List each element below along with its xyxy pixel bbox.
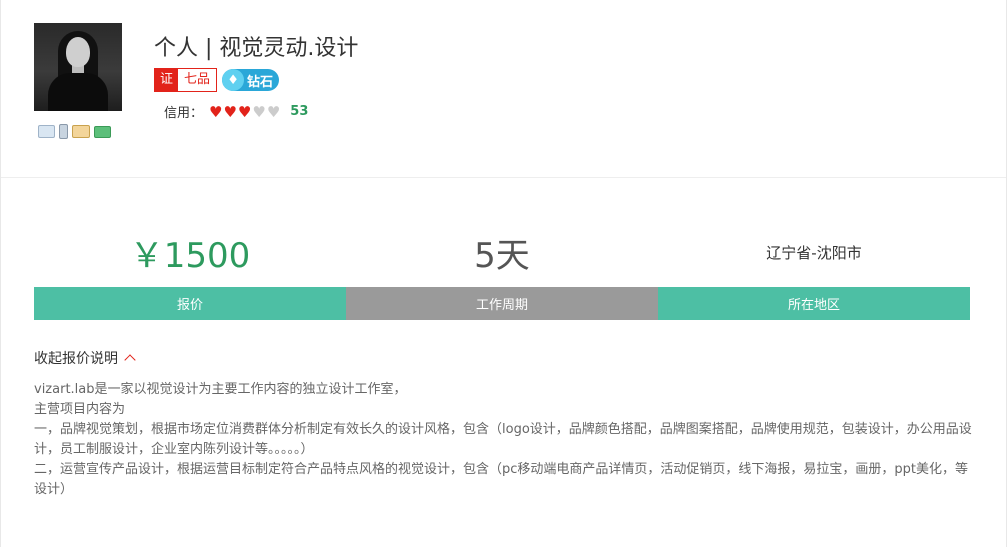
period-value: 5天 <box>474 235 530 276</box>
description-line: 主营项目内容为 <box>34 402 126 417</box>
stats-labels: 报价 工作周期 所在地区 <box>34 287 970 320</box>
stat-period-cell: 5天 <box>346 220 658 284</box>
cert-grade: 七品 <box>178 69 217 91</box>
avatar[interactable] <box>34 23 122 111</box>
stat-price-cell: ￥1500 <box>34 220 346 284</box>
bank-card-icon[interactable] <box>94 126 111 138</box>
quote-description: vizart.lab是一家以视觉设计为主要工作内容的独立设计工作室， 主营项目内… <box>34 380 974 500</box>
credit-hearts: ♥ ♥ ♥ ♥ ♥ <box>209 104 280 120</box>
heart-icon: ♥ <box>252 102 266 121</box>
stat-region-cell: 辽宁省-沈阳市 <box>658 220 970 284</box>
collapse-quote-label: 收起报价说明 <box>34 351 118 367</box>
period-label: 工作周期 <box>346 287 658 320</box>
credit-label: 信用： <box>164 106 204 121</box>
email-icon[interactable] <box>72 125 90 138</box>
price-value: ￥1500 <box>129 235 251 276</box>
description-line: vizart.lab是一家以视觉设计为主要工作内容的独立设计工作室， <box>34 382 407 397</box>
price-label: 报价 <box>34 287 346 320</box>
credit-rating: 信用： ♥ ♥ ♥ ♥ ♥ 53 <box>164 102 309 122</box>
chevron-up-icon <box>124 354 136 366</box>
heart-icon: ♥ <box>237 102 252 121</box>
heart-icon: ♥ <box>209 102 223 121</box>
verification-icons <box>38 124 111 139</box>
id-card-icon[interactable] <box>38 125 55 138</box>
phone-icon[interactable] <box>59 124 68 139</box>
diamond-level-badge[interactable]: ♦ 钻石 <box>222 69 280 91</box>
heart-icon: ♥ <box>223 102 237 121</box>
cert-label: 证 <box>155 69 179 91</box>
diamond-level-label: 钻石 <box>247 74 274 90</box>
stats-row: ￥1500 5天 辽宁省-沈阳市 <box>34 220 970 284</box>
collapse-quote-toggle[interactable]: 收起报价说明 <box>34 348 136 368</box>
avatar-face <box>66 37 90 67</box>
badge-row: 证 七品 ♦ 钻石 <box>154 68 280 92</box>
description-line: 一，品牌视觉策划，根据市场定位消费群体分析制定有效长久的设计风格，包含（logo… <box>34 422 972 457</box>
heart-icon: ♥ <box>266 102 281 121</box>
credit-score: 53 <box>290 104 309 119</box>
avatar-body <box>48 73 108 111</box>
certification-badge[interactable]: 证 七品 <box>154 68 218 92</box>
shop-title: 个人 | 视觉灵动.设计 <box>154 36 359 61</box>
region-label: 所在地区 <box>658 287 970 320</box>
section-divider <box>1 177 1006 178</box>
description-line: 二，运营宣传产品设计，根据运营目标制定符合产品特点风格的视觉设计，包含（pc移动… <box>34 462 969 497</box>
diamond-icon: ♦ <box>222 69 245 91</box>
region-value: 辽宁省-沈阳市 <box>766 243 862 262</box>
